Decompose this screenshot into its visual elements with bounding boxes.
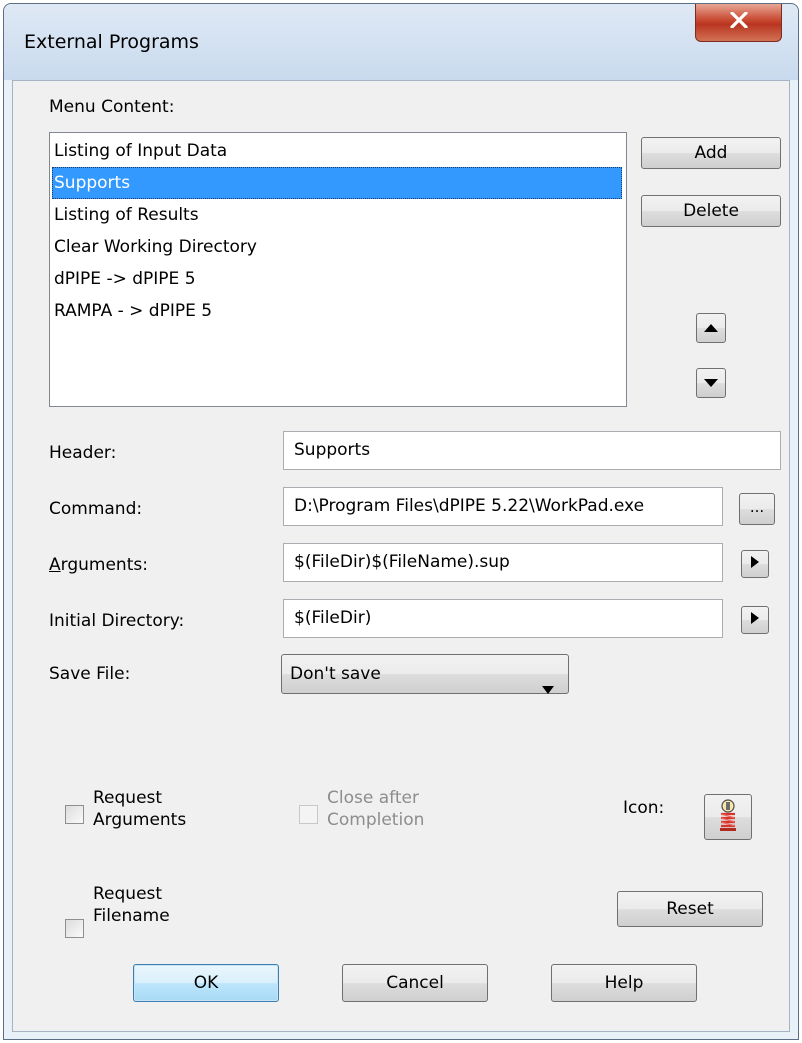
- initial-directory-label: Initial Directory:: [49, 611, 185, 631]
- reset-button[interactable]: Reset: [617, 891, 763, 927]
- move-down-button[interactable]: [696, 368, 726, 398]
- save-file-select[interactable]: Don't save: [281, 654, 569, 694]
- dialog-client-area: Menu Content: Listing of Input Data Suppo…: [12, 80, 790, 1032]
- triangle-right-icon: [750, 554, 760, 574]
- close-icon: [729, 11, 748, 33]
- list-item[interactable]: Listing of Input Data: [52, 135, 622, 167]
- initial-directory-insert-button[interactable]: [741, 606, 769, 634]
- arguments-label: Arguments:: [49, 555, 148, 575]
- icon-button[interactable]: [704, 794, 752, 840]
- list-item[interactable]: Clear Working Directory: [52, 231, 622, 263]
- header-label: Header:: [49, 443, 117, 463]
- move-up-button[interactable]: [696, 313, 726, 343]
- triangle-up-icon: [703, 318, 719, 338]
- browse-label: ...: [749, 497, 765, 516]
- command-label: Command:: [49, 499, 143, 519]
- save-file-value: Don't save: [290, 664, 381, 684]
- request-filename-checkbox[interactable]: [65, 919, 84, 938]
- window-title: External Programs: [24, 31, 199, 53]
- list-item[interactable]: dPIPE -> dPIPE 5: [52, 263, 622, 295]
- add-button[interactable]: Add: [641, 137, 781, 169]
- initial-directory-input[interactable]: $(FileDir): [283, 599, 723, 638]
- supports-spring-icon: [717, 798, 739, 836]
- delete-button[interactable]: Delete: [641, 195, 781, 227]
- save-file-label: Save File:: [49, 664, 131, 684]
- ok-button[interactable]: OK: [133, 964, 279, 1002]
- list-item[interactable]: RAMPA - > dPIPE 5: [52, 295, 622, 327]
- command-input[interactable]: D:\Program Files\dPIPE 5.22\WorkPad.exe: [283, 487, 723, 526]
- list-item[interactable]: Supports: [52, 167, 622, 199]
- request-filename-label: Request Filename: [93, 884, 170, 926]
- list-item[interactable]: Listing of Results: [52, 199, 622, 231]
- cancel-button[interactable]: Cancel: [342, 964, 488, 1002]
- icon-label: Icon:: [623, 798, 665, 818]
- request-arguments-checkbox[interactable]: [65, 805, 84, 824]
- arguments-input[interactable]: $(FileDir)$(FileName).sup: [283, 543, 723, 582]
- triangle-down-icon: [703, 373, 719, 393]
- title-bar: External Programs: [4, 4, 798, 80]
- menu-content-list[interactable]: Listing of Input Data Supports Listing of …: [49, 132, 627, 407]
- request-arguments-label: Request Arguments: [93, 788, 187, 830]
- close-button[interactable]: [695, 4, 782, 42]
- menu-content-label: Menu Content:: [49, 97, 175, 117]
- close-after-completion-checkbox[interactable]: [299, 805, 318, 824]
- header-input[interactable]: Supports: [283, 431, 781, 470]
- browse-button[interactable]: ...: [739, 493, 775, 525]
- chevron-down-icon: [542, 670, 554, 708]
- triangle-right-icon: [750, 610, 760, 630]
- arguments-insert-button[interactable]: [741, 550, 769, 578]
- external-programs-window: External Programs Menu Content: Listing …: [3, 3, 799, 1040]
- help-button[interactable]: Help: [551, 964, 697, 1002]
- close-after-completion-label: Close after Completion: [327, 788, 425, 830]
